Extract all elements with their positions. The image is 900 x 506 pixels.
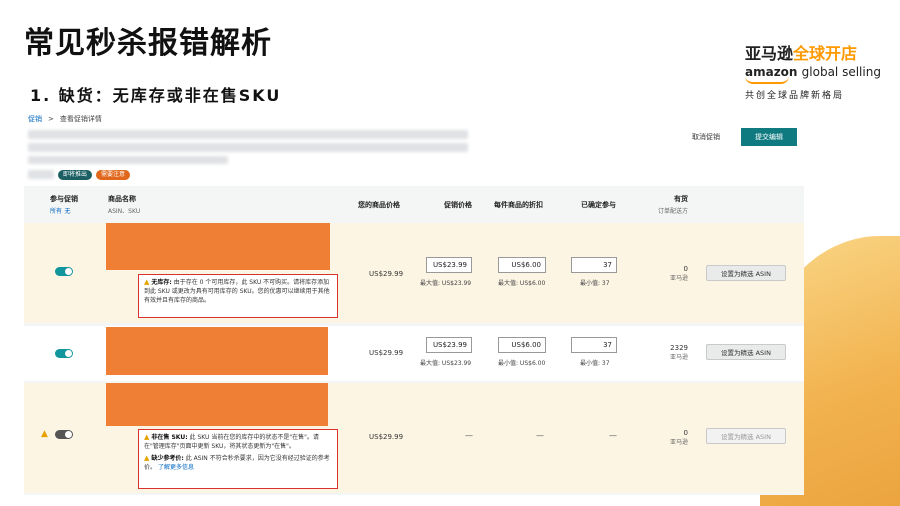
slide-subtitle: 1. 缺货：无库存或非在售SKU: [30, 86, 282, 105]
header-stock-sub: 订单配送方: [657, 208, 688, 215]
warning-icon: ▲: [41, 429, 48, 439]
inactive-sku-warning: ▲ 非在售 SKU: 此 SKU 当前在您的库存中的状态不是"在售"。请在"管理库…: [138, 429, 338, 489]
your-price: US$29.99: [369, 433, 404, 441]
blurred-title: [28, 130, 468, 139]
set-featured-asin-button[interactable]: 设置为精选 ASIN: [706, 344, 786, 360]
warning-icon: ▲: [144, 454, 150, 462]
participate-toggle[interactable]: [55, 267, 73, 276]
table-row: ▲ ▲ 非在售 SKU: 此 SKU 当前在您的库存中的状态不是"在售"。请在"管…: [24, 383, 804, 493]
header-stock: 有货 订单配送方: [650, 194, 688, 215]
your-price: US$29.99: [369, 349, 404, 357]
warning-text: 由于存在 0 个可用库存，此 SKU 不可购买。请将库存添加到此 SKU 或更改…: [144, 279, 330, 304]
warning-title: 非在售 SKU:: [151, 434, 188, 441]
chevron-right-icon: >: [48, 115, 54, 123]
participate-toggle[interactable]: [55, 430, 73, 439]
promo-price-empty: —: [465, 431, 473, 440]
learn-more-link[interactable]: 了解更多信息: [158, 464, 194, 471]
blurred-label: [28, 170, 54, 179]
status-badge-upcoming: 即将推出: [58, 170, 93, 180]
breadcrumb-link[interactable]: 促销: [28, 115, 42, 123]
logo-slogan: 共创全球品牌新格局: [745, 91, 845, 101]
promo-price-hint: 最大值: US$23.99: [420, 280, 472, 287]
stock-fulfilled-by: 亚马逊: [669, 275, 688, 282]
stock-value: 0: [683, 429, 688, 437]
product-table: 参与促销 所有 无 商品名称 ASIN、SKU 您的商品价格 促销价格 每件商品…: [24, 186, 804, 495]
header-participate-label: 参与促销: [50, 195, 78, 203]
out-of-stock-warning: ▲ 无库存: 由于存在 0 个可用库存，此 SKU 不可购买。请将库存添加到此 S…: [138, 274, 338, 318]
table-row: ▲ 无库存: 由于存在 0 个可用库存，此 SKU 不可购买。请将库存添加到此 S…: [24, 223, 804, 323]
set-featured-asin-button[interactable]: 设置为精选 ASIN: [706, 428, 786, 444]
logo-text-cn: 亚马逊: [745, 44, 794, 63]
submit-edit-button[interactable]: 提交编辑: [741, 128, 797, 146]
discount-input[interactable]: US$6.00: [498, 257, 546, 273]
logo-text-amazon: amazon: [745, 65, 798, 79]
promo-price-hint: 最大值: US$23.99: [420, 360, 472, 367]
stock-count: 2329 亚马逊: [658, 344, 688, 361]
promo-price-input[interactable]: US$23.99: [426, 337, 472, 353]
stock-value: 0: [683, 265, 688, 273]
header-product-label: 商品名称: [108, 195, 136, 203]
header-participate: 参与促销 所有 无: [50, 194, 78, 215]
stock-fulfilled-by: 亚马逊: [669, 354, 688, 361]
stock-count: 0 亚马逊: [658, 265, 688, 282]
quantity-hint: 最小值: 37: [580, 360, 610, 367]
discount-empty: —: [536, 431, 544, 440]
slide-title: 常见秒杀报错解析: [24, 26, 272, 61]
discount-input[interactable]: US$6.00: [498, 337, 546, 353]
header-product-sub: ASIN、SKU: [108, 208, 141, 215]
stock-fulfilled-by: 亚马逊: [669, 439, 688, 446]
blurred-title-line2: [28, 143, 468, 152]
warning-title: 缺少参考价:: [151, 455, 184, 462]
cancel-promotion-link[interactable]: 取消促销: [692, 132, 720, 142]
select-none-link[interactable]: 无: [64, 208, 70, 215]
discount-hint: 最大值: US$6.00: [498, 280, 546, 287]
header-promo-price: 促销价格: [444, 201, 472, 209]
promotion-detail-screenshot: 促销 > 查看促销详情 取消促销 提交编辑 即将推出 需要注意 参与促销 所有 无 …: [24, 110, 804, 495]
product-image-redacted: [106, 383, 328, 426]
your-price: US$29.99: [369, 270, 404, 278]
logo-text-global-selling: global selling: [801, 65, 881, 79]
participate-toggle[interactable]: [55, 349, 73, 358]
quantity-input[interactable]: 37: [571, 337, 617, 353]
quantity-hint: 最小值: 37: [580, 280, 610, 287]
logo-text-cn-highlight: 全球开店: [793, 44, 858, 63]
breadcrumb-current: 查看促销详情: [59, 115, 102, 123]
quantity-empty: —: [609, 431, 617, 440]
warning-title: 无库存:: [151, 279, 172, 286]
status-badge-attention: 需要注意: [96, 170, 131, 180]
header-your-price: 您的商品价格: [358, 201, 400, 209]
warning-icon: ▲: [144, 433, 150, 441]
discount-hint: 最小值: US$6.00: [498, 360, 546, 367]
header-discount: 每件商品的折扣: [494, 201, 543, 209]
promo-price-input[interactable]: US$23.99: [426, 257, 472, 273]
table-row: US$29.99 US$23.99 最大值: US$23.99 US$6.00 …: [24, 326, 804, 381]
product-image-redacted: [106, 223, 330, 270]
amazon-global-selling-logo: 亚马逊全球开店 amazon global selling 共创全球品牌新格局: [745, 40, 885, 101]
breadcrumb: 促销 > 查看促销详情: [28, 114, 102, 124]
stock-count: 0 亚马逊: [658, 429, 688, 446]
select-all-link[interactable]: 所有: [50, 208, 62, 215]
warning-icon: ▲: [144, 278, 150, 286]
blurred-meta: [28, 156, 228, 164]
stock-value: 2329: [670, 344, 688, 352]
set-featured-asin-button[interactable]: 设置为精选 ASIN: [706, 265, 786, 281]
header-committed: 已确定参与: [581, 201, 616, 209]
quantity-input[interactable]: 37: [571, 257, 617, 273]
product-image-redacted: [106, 327, 328, 375]
header-stock-label: 有货: [674, 195, 688, 203]
header-product: 商品名称 ASIN、SKU: [108, 194, 140, 215]
